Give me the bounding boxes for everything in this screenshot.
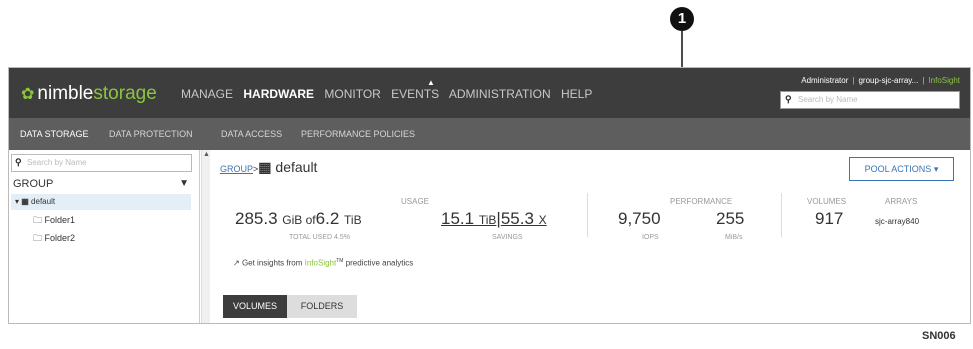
- nav-events[interactable]: EVENTS: [391, 87, 439, 101]
- mbps-label: MiB/s: [725, 234, 743, 241]
- tab-folders[interactable]: FOLDERS: [287, 295, 357, 318]
- app-window: ✿ nimblestorage MANAGE HARDWARE MONITOR E…: [8, 67, 971, 324]
- main-content: GROUP>▦ default POOL ACTIONS ▾ USAGE 285…: [209, 150, 970, 323]
- leaf-icon: ✿: [21, 86, 35, 103]
- used-unit: GiB of: [282, 213, 316, 227]
- divider: [781, 193, 782, 237]
- iops-value: 9,750: [618, 209, 661, 228]
- performance-label: PERFORMANCE: [670, 197, 733, 206]
- grid-icon: ▦: [21, 197, 29, 206]
- separator: |: [852, 76, 855, 85]
- subnav-data-access[interactable]: DATA ACCESS: [221, 129, 282, 139]
- sub-nav: DATA STORAGE DATA PROTECTION DATA ACCESS…: [9, 118, 970, 150]
- chevron-down-icon: ▾: [933, 164, 939, 174]
- group-menu[interactable]: group-sjc-array...: [858, 76, 918, 85]
- breadcrumb: GROUP>▦ default: [220, 159, 317, 176]
- external-link-icon: ↗: [233, 258, 240, 268]
- sidebar: ⚲ Search by Name GROUP ▼ ▾ ▦ default 🗀 F…: [9, 150, 200, 323]
- pool-actions-button[interactable]: POOL ACTIONS ▾: [849, 157, 954, 181]
- savings-val2: 55.3: [500, 209, 534, 228]
- folder-icon: 🗀: [33, 215, 43, 225]
- usage-label: USAGE: [401, 197, 430, 206]
- tab-volumes[interactable]: VOLUMES: [223, 295, 287, 318]
- sidebar-search-input[interactable]: ⚲ Search by Name: [11, 154, 192, 172]
- group-header-label: GROUP: [13, 178, 54, 190]
- tree-root-text: default: [31, 197, 56, 206]
- search-placeholder: Search by Name: [798, 95, 858, 104]
- used-value: 285.3: [235, 209, 278, 228]
- total-unit: TiB: [344, 213, 362, 227]
- tree-item-label: ▾ ▦ default: [15, 197, 56, 206]
- pool-actions-label: POOL ACTIONS: [864, 164, 932, 174]
- divider: [587, 193, 588, 237]
- main-nav: MANAGE HARDWARE MONITOR EVENTS ADMINISTR…: [181, 87, 599, 101]
- page-title: default: [275, 159, 318, 175]
- breadcrumb-group-link[interactable]: GROUP: [220, 164, 253, 174]
- insights-suffix: predictive analytics: [345, 258, 414, 268]
- folder-label: Folder1: [44, 215, 76, 225]
- subnav-data-storage[interactable]: DATA STORAGE: [20, 129, 89, 139]
- nav-manage[interactable]: MANAGE: [181, 87, 233, 101]
- total-used-pct: TOTAL USED 4.5%: [289, 234, 350, 241]
- savings-label: SAVINGS: [492, 234, 523, 241]
- nimble-logo[interactable]: ✿ nimblestorage: [21, 83, 157, 105]
- insights-tm: TM: [336, 258, 344, 264]
- figure-id: SN006: [922, 330, 956, 342]
- search-icon: ⚲: [785, 94, 792, 104]
- subnav-data-protection[interactable]: DATA PROTECTION: [109, 129, 193, 139]
- savings-unit2: X: [538, 213, 547, 227]
- savings-val1: 15.1: [441, 209, 475, 228]
- insights-link[interactable]: InfoSight: [305, 259, 337, 268]
- filter-icon[interactable]: ▼: [179, 178, 189, 189]
- folder-item-1[interactable]: 🗀 Folder1: [33, 213, 75, 229]
- arrays-value[interactable]: sjc-array840: [875, 217, 919, 226]
- nav-help[interactable]: HELP: [561, 87, 592, 101]
- usage-value: 285.3 GiB of6.2 TiB: [235, 209, 362, 229]
- iops-label: IOPS: [642, 234, 659, 241]
- tree-item-default[interactable]: ▾ ▦ default: [11, 194, 191, 210]
- nav-hardware[interactable]: HARDWARE: [243, 87, 314, 101]
- top-bar: ✿ nimblestorage MANAGE HARDWARE MONITOR E…: [9, 68, 970, 118]
- folder-label: Folder2: [44, 233, 76, 243]
- infosight-link[interactable]: InfoSight: [928, 76, 960, 85]
- group-header: GROUP ▼: [11, 177, 191, 193]
- subnav-performance-policies[interactable]: PERFORMANCE POLICIES: [301, 129, 415, 139]
- savings-unit1: TiB: [478, 213, 497, 227]
- logo-text-2: storage: [93, 83, 157, 104]
- bell-icon[interactable]: ▲: [427, 78, 435, 87]
- header-search-input[interactable]: ⚲ Search by Name: [780, 91, 960, 109]
- logo-text-1: nimble: [37, 83, 94, 104]
- savings-value[interactable]: 15.1 TiB|55.3 X: [441, 209, 547, 229]
- arrays-label: ARRAYS: [885, 197, 918, 206]
- search-placeholder: Search by Name: [27, 158, 87, 167]
- folder-item-2[interactable]: 🗀 Folder2: [33, 231, 75, 247]
- total-value: 6.2: [315, 209, 340, 228]
- callout-badge: 1: [670, 7, 694, 31]
- search-icon: ⚲: [15, 157, 22, 167]
- nav-monitor[interactable]: MONITOR: [324, 87, 380, 101]
- insights-banner: ↗ Get insights from InfoSightTM predicti…: [233, 258, 413, 268]
- separator: |: [922, 76, 925, 85]
- volumes-value: 917: [815, 209, 844, 228]
- mbps-value: 255: [716, 209, 745, 228]
- insights-prefix: Get insights from: [241, 258, 303, 268]
- nav-administration[interactable]: ADMINISTRATION: [449, 87, 551, 101]
- volumes-label: VOLUMES: [807, 197, 847, 206]
- user-menu[interactable]: Administrator: [801, 76, 848, 85]
- grid-icon: ▦: [258, 159, 272, 175]
- folder-icon: 🗀: [33, 233, 43, 243]
- user-line: Administrator | group-sjc-array... | InfoSig…: [801, 76, 960, 85]
